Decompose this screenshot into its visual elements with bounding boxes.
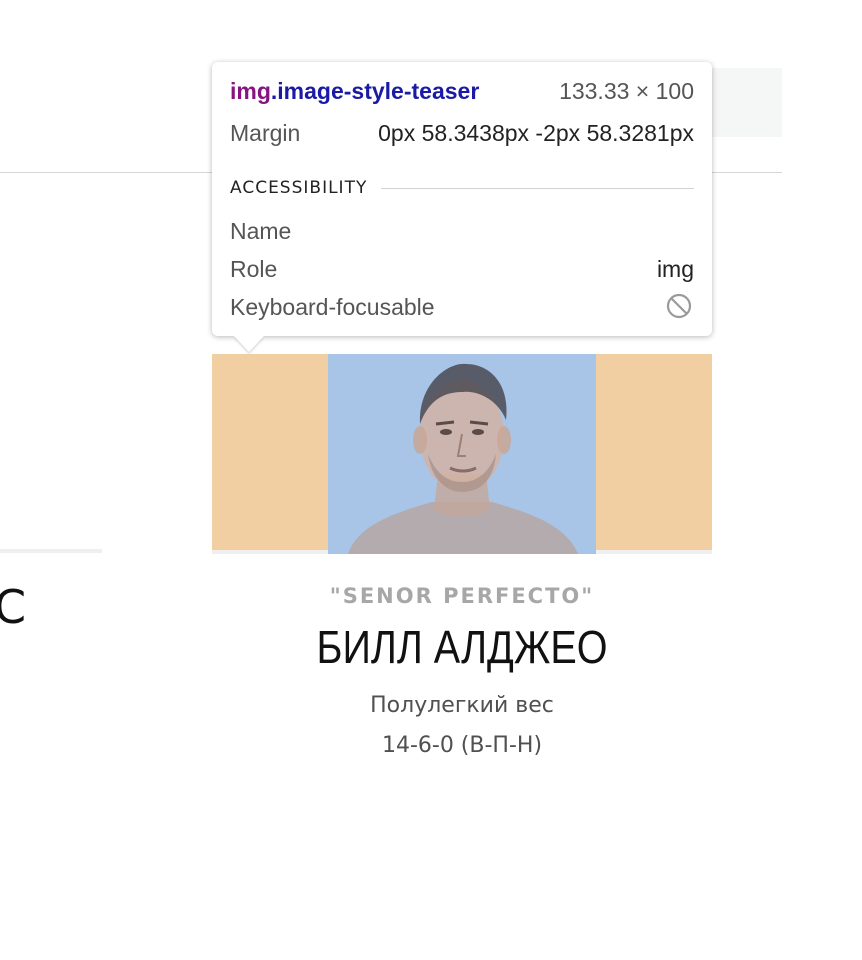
tooltip-accessibility-heading: ACCESSIBILITY — [230, 178, 694, 198]
tooltip-role-row: Role img — [230, 256, 694, 283]
tooltip-selector-tag: img — [230, 78, 271, 104]
tooltip-margin-value: 0px 58.3438px -2px 58.3281px — [378, 120, 694, 146]
tooltip-name-label: Name — [230, 218, 292, 244]
tooltip-role-value: img — [656, 256, 694, 282]
tooltip-section-divider — [381, 187, 694, 189]
athlete-portrait-icon — [348, 363, 578, 554]
tooltip-arrow — [234, 336, 264, 352]
tooltip-keyboard-label: Keyboard-focusable — [230, 294, 435, 320]
athlete-name[interactable]: БИЛЛ АЛДЖЕО — [247, 620, 677, 674]
tooltip-margin-row: Margin 0px 58.3438px -2px 58.3281px — [230, 120, 694, 147]
left-card-image-strip — [0, 549, 102, 553]
tooltip-margin-label: Margin — [230, 120, 301, 146]
athlete-photo[interactable] — [328, 354, 596, 554]
athlete-weight-class: Полулегкий вес — [370, 693, 554, 718]
tooltip-name-row: Name — [230, 218, 694, 245]
devtools-inspect-tooltip: img.image-style-teaser 133.33 × 100 Marg… — [212, 62, 712, 336]
top-bar-strip — [700, 68, 782, 137]
tooltip-role-label: Role — [230, 256, 278, 282]
tooltip-selector-row: img.image-style-teaser 133.33 × 100 — [230, 78, 694, 105]
left-card-name-fragment: С — [0, 580, 27, 634]
not-allowed-icon — [666, 293, 692, 319]
athlete-nickname: "SENOR PERFECTO" — [329, 584, 595, 608]
tooltip-dimensions: 133.33 × 100 — [559, 78, 694, 104]
tooltip-accessibility-label: ACCESSIBILITY — [230, 178, 368, 198]
athlete-record: 14-6-0 (В-П-Н) — [381, 733, 543, 758]
tooltip-keyboard-row: Keyboard-focusable — [230, 293, 694, 321]
tooltip-selector-class: .image-style-teaser — [270, 78, 480, 104]
